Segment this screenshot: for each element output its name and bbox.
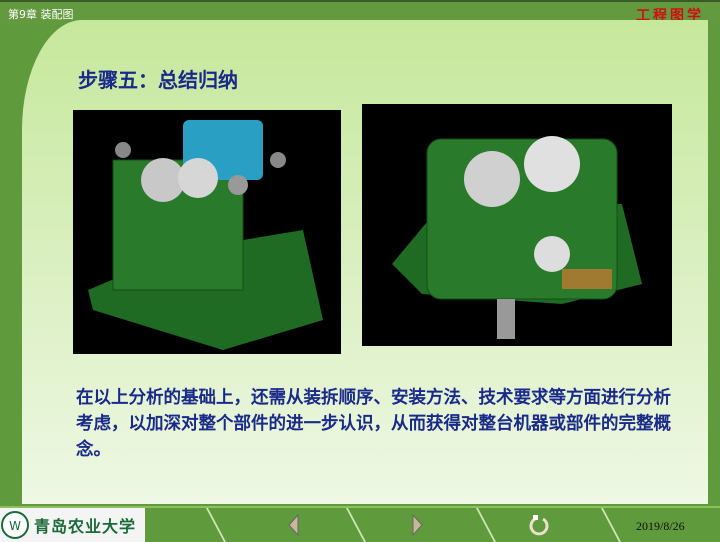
gear-pump-render-right	[362, 104, 672, 346]
divider	[205, 508, 227, 542]
university-seal-icon: W	[1, 511, 29, 539]
divider	[475, 508, 497, 542]
university-name: 青岛农业大学	[34, 517, 137, 536]
summary-paragraph: 在以上分析的基础上，还需从装拆顺序、安装方法、技术要求等方面进行分析考虑，以加深…	[76, 388, 671, 460]
gear-pump-render-left	[73, 110, 341, 354]
university-logo: W 青岛农业大学	[0, 508, 145, 542]
next-slide-icon[interactable]	[410, 514, 424, 536]
bottom-bar: W 青岛农业大学 2019/8/26	[0, 506, 720, 542]
svg-text:W: W	[9, 519, 21, 533]
return-icon[interactable]	[528, 514, 550, 536]
slide-date: 2019/8/26	[636, 519, 685, 533]
divider	[345, 508, 367, 542]
previous-slide-icon[interactable]	[287, 514, 301, 536]
divider	[600, 508, 622, 542]
slide-title: 步骤五：总结归纳	[78, 68, 238, 92]
chapter-label: 第9章 装配图	[8, 8, 74, 21]
